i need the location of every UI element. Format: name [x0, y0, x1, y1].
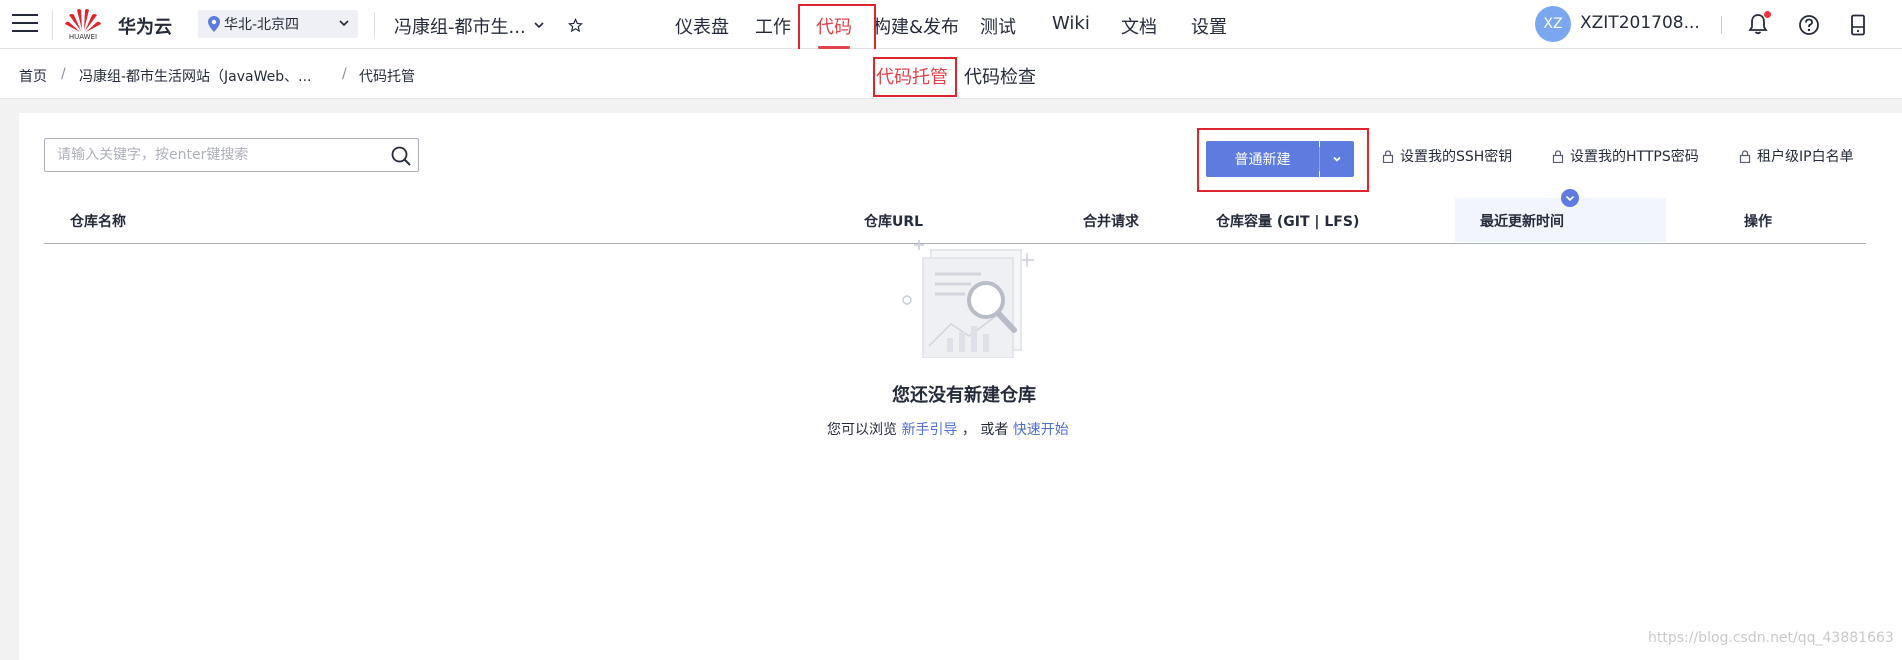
annotation-box — [873, 57, 957, 97]
star-icon[interactable] — [568, 18, 583, 33]
lock-icon — [1552, 149, 1564, 163]
search-input[interactable] — [45, 139, 365, 171]
breadcrumb-separator: / — [342, 66, 347, 82]
set-https-password-link[interactable]: 设置我的HTTPS密码 — [1552, 146, 1699, 166]
empty-prefix: 您可以浏览 — [827, 422, 897, 438]
annotation-box — [1197, 128, 1369, 192]
location-pin-icon — [208, 16, 220, 32]
breadcrumb-home[interactable]: 首页 — [19, 66, 47, 86]
chevron-down-icon[interactable] — [533, 19, 545, 31]
column-header-repo-url[interactable]: 仓库URL — [864, 211, 923, 231]
empty-state-title: 您还没有新建仓库 — [892, 385, 1036, 406]
ssh-link-label: 设置我的SSH密钥 — [1400, 149, 1513, 165]
divider — [1721, 16, 1722, 34]
search-icon[interactable] — [390, 145, 412, 167]
empty-state-illustration — [902, 240, 1034, 358]
project-selector[interactable]: 冯康组-都市生... — [394, 13, 526, 39]
nav-wiki[interactable]: Wiki — [1052, 13, 1090, 34]
hamburger-menu-icon[interactable] — [12, 14, 38, 34]
column-header-merge-requests[interactable]: 合并请求 — [1083, 211, 1139, 231]
annotation-box — [798, 4, 876, 55]
nav-dashboard[interactable]: 仪表盘 — [675, 13, 729, 39]
username[interactable]: XZIT201708... — [1580, 13, 1700, 33]
repository-list-panel: 普通新建 设置我的SSH密钥 设置我的HTTPS密码 租户级IP白名单 仓库名称… — [19, 113, 1902, 660]
ip-link-label: 租户级IP白名单 — [1757, 149, 1854, 165]
tenant-ip-whitelist-link[interactable]: 租户级IP白名单 — [1739, 146, 1854, 166]
column-header-repo-size[interactable]: 仓库容量 (GIT | LFS) — [1216, 211, 1359, 231]
region-label: 华北-北京四 — [224, 17, 300, 33]
notification-dot — [1764, 11, 1771, 18]
search-box[interactable] — [44, 138, 419, 172]
chevron-down-icon — [339, 20, 349, 27]
nav-test[interactable]: 测试 — [980, 13, 1016, 39]
divider — [52, 10, 53, 40]
lock-icon — [1739, 149, 1751, 163]
https-link-label: 设置我的HTTPS密码 — [1570, 149, 1699, 165]
quick-start-link[interactable]: 快速开始 — [1013, 422, 1069, 438]
beginner-guide-link[interactable]: 新手引导 — [901, 422, 957, 438]
column-header-last-updated[interactable]: 最近更新时间 — [1480, 211, 1564, 231]
help-icon[interactable] — [1798, 14, 1820, 36]
lock-icon — [1382, 149, 1394, 163]
avatar[interactable]: XZ — [1535, 6, 1571, 42]
set-ssh-key-link[interactable]: 设置我的SSH密钥 — [1382, 146, 1512, 166]
watermark: https://blog.csdn.net/qq_43881663 — [1648, 630, 1894, 646]
breadcrumb-current: 代码托管 — [359, 69, 415, 85]
tab-code-check[interactable]: 代码检查 — [964, 63, 1036, 89]
brand-name[interactable]: 华为云 — [118, 13, 172, 39]
top-navigation-bar: HUAWEI 华为云 华北-北京四 冯康组-都市生... 仪表盘 工作 代码 构… — [0, 0, 1902, 49]
empty-state-description: 您可以浏览 新手引导 ， 或者 快速开始 — [827, 419, 1069, 439]
breadcrumb-project[interactable]: 冯康组-都市生活网站（JavaWeb、... — [79, 66, 312, 86]
column-header-repo-name[interactable]: 仓库名称 — [70, 211, 126, 231]
divider — [374, 12, 375, 38]
sort-descending-icon[interactable] — [1561, 189, 1579, 207]
logo-caption: HUAWEI — [68, 33, 98, 41]
nav-build-release[interactable]: 构建&发布 — [873, 13, 959, 39]
breadcrumb-separator: / — [61, 66, 66, 82]
mobile-device-icon[interactable] — [1848, 14, 1868, 36]
column-header-actions: 操作 — [1744, 214, 1772, 230]
nav-work[interactable]: 工作 — [755, 13, 791, 39]
nav-docs[interactable]: 文档 — [1121, 13, 1157, 39]
nav-settings[interactable]: 设置 — [1191, 13, 1227, 39]
empty-middle: ， 或者 — [961, 422, 1009, 438]
region-selector[interactable]: 华北-北京四 — [198, 10, 358, 38]
